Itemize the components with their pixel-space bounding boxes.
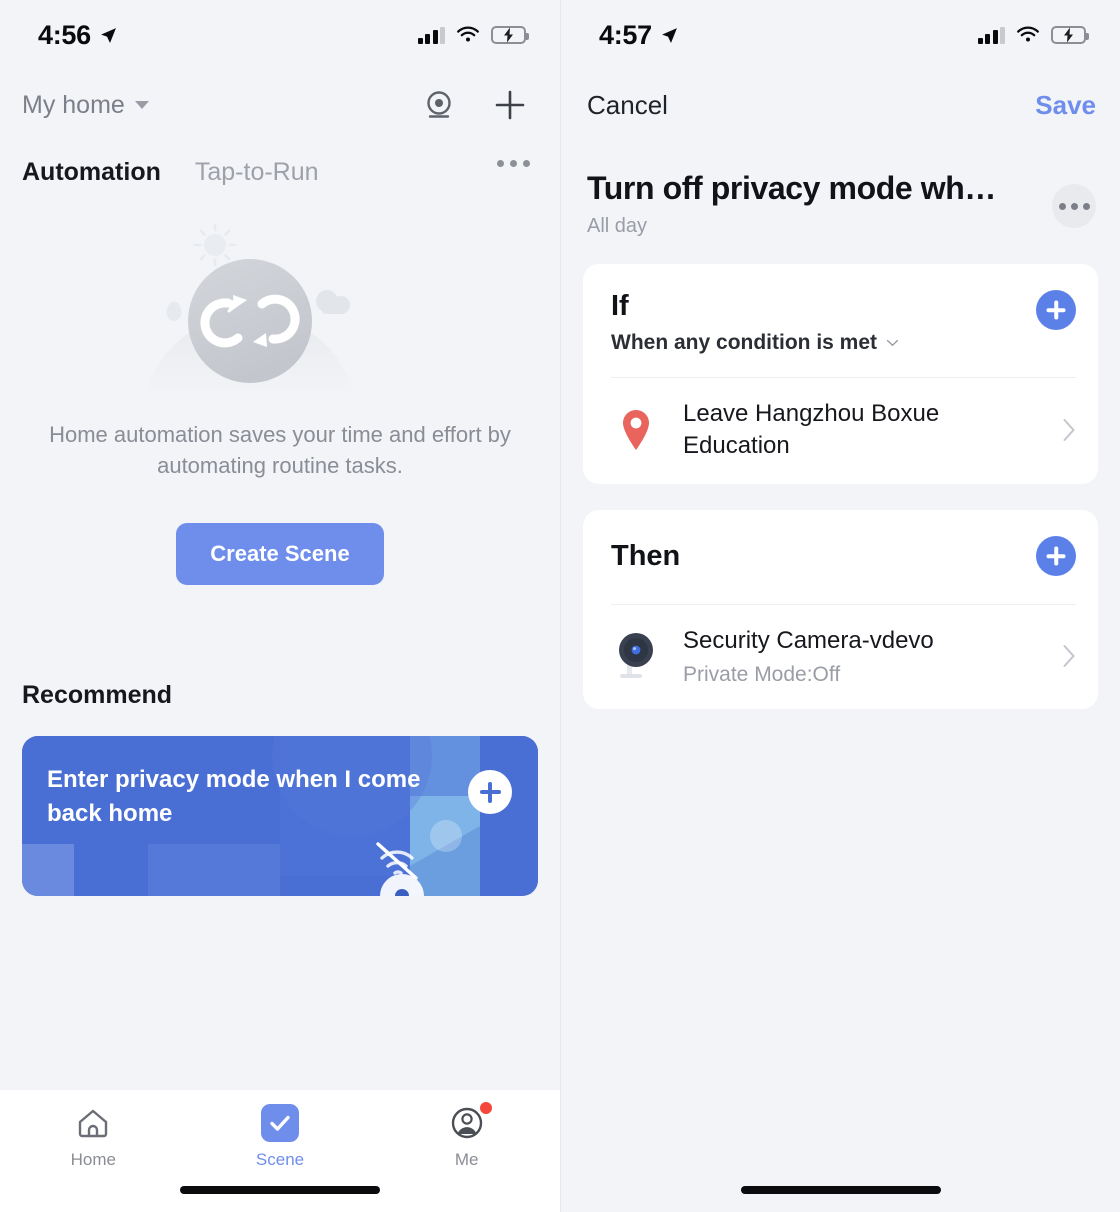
action-body: Security Camera-vdevo Private Mode:Off (683, 625, 1040, 687)
tab-tap-to-run[interactable]: Tap-to-Run (195, 158, 319, 187)
recommend-card-title: Enter privacy mode when I come back home (47, 766, 421, 827)
status-bar-indicators (417, 26, 529, 44)
scene-subtitle: All day (587, 215, 648, 237)
status-time-right: 4:57 (599, 19, 652, 50)
dual-screenshot: 4:56 My home Automation Tap-to-Run Home … (0, 0, 1120, 1212)
home-name-label: My home (22, 90, 125, 119)
status-bar-left: 4:56 (0, 0, 560, 70)
action-title: Security Camera-vdevo (683, 627, 934, 655)
scene-title: Turn off privacy mode wh… (587, 170, 997, 206)
status-bar-time-group: 4:56 (38, 20, 117, 51)
recommend-card[interactable]: Enter privacy mode when I come back home (22, 736, 538, 897)
save-button[interactable]: Save (1035, 90, 1096, 121)
condition-mode-selector[interactable]: When any condition is met (611, 331, 899, 355)
automation-loop-illustration (145, 223, 355, 397)
chevron-right-icon (1063, 645, 1075, 668)
tab-scene-label: Scene (255, 1150, 305, 1169)
create-scene-button[interactable]: Create Scene (176, 523, 384, 586)
condition-body: Leave Hangzhou Boxue Education (683, 398, 1040, 462)
status-time: 4:56 (38, 19, 91, 50)
empty-state-message: Home automation saves your time and effo… (49, 422, 511, 479)
charging-bolt-icon (503, 27, 513, 43)
charging-bolt-icon (1063, 27, 1073, 43)
if-title: If (611, 290, 629, 322)
if-card-titles: If When any condition is met (611, 290, 899, 355)
right-phone-screen: 4:57 Cancel Save Turn off privacy mode w… (560, 0, 1120, 1212)
scene-header-text: Turn off privacy mode wh… All day (587, 170, 1052, 238)
automation-empty-state: Home automation saves your time and effo… (0, 187, 560, 586)
scene-overflow-button[interactable] (1052, 184, 1096, 228)
action-subtitle: Private Mode:Off (683, 663, 841, 687)
webcam-icon[interactable] (422, 88, 456, 122)
location-arrow-icon (661, 27, 677, 43)
if-card-header: If When any condition is met (583, 264, 1098, 355)
tab-home-label: Home (70, 1150, 117, 1169)
action-row[interactable]: Security Camera-vdevo Private Mode:Off (583, 605, 1098, 687)
home-selector[interactable]: My home (22, 91, 149, 120)
home-indicator (740, 1186, 941, 1194)
security-camera-icon (611, 630, 661, 682)
tab-home[interactable]: Home (0, 1104, 187, 1170)
cellular-signal-icon (417, 26, 445, 44)
cellular-signal-icon (977, 26, 1005, 44)
tab-me[interactable]: Me (373, 1102, 560, 1170)
status-bar-right: 4:57 (561, 0, 1120, 70)
wifi-icon (1017, 26, 1039, 42)
check-icon (261, 1104, 299, 1142)
condition-title: Leave Hangzhou Boxue Education (683, 400, 940, 460)
cloud-shape (316, 290, 350, 314)
add-action-button[interactable] (1036, 536, 1076, 577)
then-title: Then (611, 539, 681, 572)
then-card-header: Then (583, 510, 1098, 582)
recommend-heading: Recommend (22, 681, 173, 710)
nav-actions (422, 87, 528, 123)
left-phone-screen: 4:56 My home Automation Tap-to-Run Home … (0, 0, 560, 1212)
status-bar-indicators-right (977, 26, 1089, 44)
cancel-button[interactable]: Cancel (587, 90, 668, 121)
scene-header: Turn off privacy mode wh… All day (561, 140, 1120, 238)
bottom-tab-bar: Home Scene Me (0, 1090, 560, 1212)
condition-row[interactable]: Leave Hangzhou Boxue Education (583, 378, 1098, 462)
droplet-shape (166, 301, 182, 321)
tab-scene[interactable]: Scene (187, 1104, 374, 1170)
left-nav-bar: My home (0, 70, 560, 140)
battery-charging-icon (491, 26, 529, 44)
if-card: If When any condition is met Leave Hangz… (583, 264, 1098, 485)
battery-charging-icon (1051, 26, 1089, 44)
status-bar-time-group-right: 4:57 (599, 20, 678, 51)
chevron-right-icon (1063, 419, 1075, 442)
plus-icon[interactable] (492, 87, 528, 123)
camera-icon (380, 874, 424, 897)
map-pin-icon (611, 408, 661, 452)
checkmark-glyph (270, 1115, 290, 1131)
condition-mode-label: When any condition is met (611, 331, 878, 354)
ellipsis-icon[interactable] (497, 160, 530, 167)
tab-automation[interactable]: Automation (22, 158, 161, 187)
sun-icon (193, 223, 237, 267)
tab-me-label: Me (454, 1150, 479, 1169)
home-indicator (180, 1186, 380, 1194)
location-arrow-icon (100, 27, 116, 43)
then-card: Then Security Camera-vdevo Private Mode:… (583, 510, 1098, 710)
wifi-icon (457, 26, 479, 42)
chevron-down-icon (134, 101, 149, 109)
edit-action-bar: Cancel Save (561, 70, 1120, 140)
chevron-down-icon (886, 339, 899, 347)
add-condition-button[interactable] (1036, 290, 1076, 330)
notification-badge (479, 1102, 492, 1114)
scene-tabs: Automation Tap-to-Run (0, 140, 560, 187)
home-icon (79, 1109, 108, 1138)
